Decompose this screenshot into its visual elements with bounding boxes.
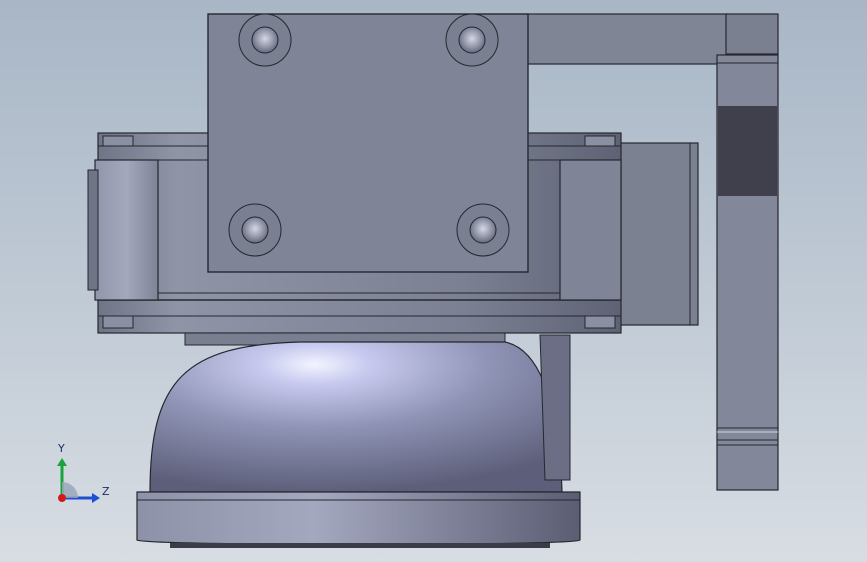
camera-dome bbox=[149, 341, 563, 493]
side-housing bbox=[617, 142, 699, 326]
cad-model-render[interactable] bbox=[0, 0, 867, 562]
triad-graphic bbox=[57, 458, 100, 503]
bolt-hole bbox=[445, 13, 499, 67]
left-block bbox=[94, 159, 159, 301]
bolt-hole bbox=[228, 203, 282, 257]
cad-graphics-viewport[interactable]: Y Z bbox=[0, 0, 867, 562]
bolt-hole bbox=[238, 13, 292, 67]
upper-arm bbox=[526, 13, 728, 65]
y-axis-label: Y bbox=[58, 442, 65, 455]
arm-end-cap bbox=[725, 13, 779, 55]
coordinate-triad: Y Z bbox=[40, 438, 120, 518]
bolt-hole bbox=[456, 203, 510, 257]
z-axis-label: Z bbox=[102, 485, 110, 498]
column-dark-segment bbox=[718, 106, 777, 196]
